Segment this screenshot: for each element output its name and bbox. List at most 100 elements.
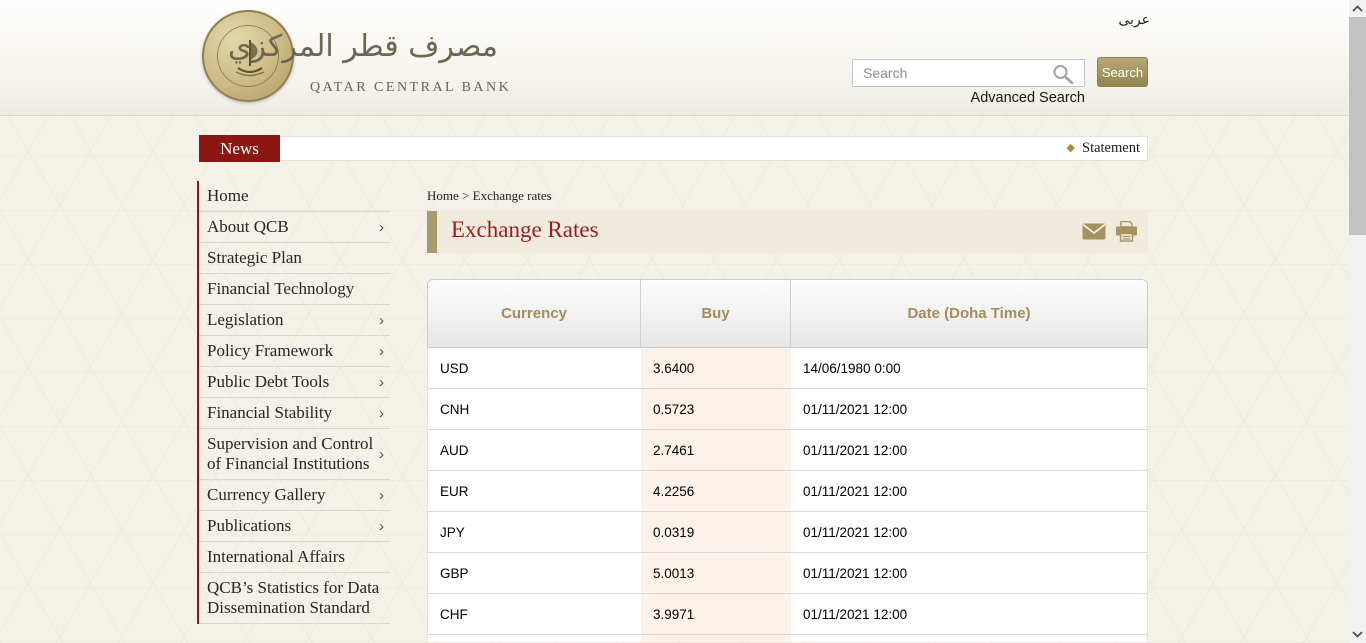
- currency-cell: AUD: [428, 430, 641, 470]
- sidebar-item-label: Policy Framework: [207, 341, 333, 361]
- sidebar-item-financial-technology[interactable]: Financial Technology: [199, 274, 390, 305]
- sidebar-item-strategic-plan[interactable]: Strategic Plan: [199, 243, 390, 274]
- sidebar-item-public-debt-tools[interactable]: Public Debt Tools ›: [199, 367, 390, 398]
- buy-cell: 0.0319: [641, 512, 791, 552]
- sidebar-item-policy-framework[interactable]: Policy Framework ›: [199, 336, 390, 367]
- breadcrumb: Home > Exchange rates: [427, 188, 552, 204]
- qcb-logo[interactable]: مصرف قطر المركزي QATAR CENTRAL BANK: [198, 8, 498, 108]
- sidebar-item-financial-stability[interactable]: Financial Stability ›: [199, 398, 390, 429]
- table-row: JPY0.031901/11/2021 12:00: [428, 512, 1147, 553]
- news-ticker-strip: [199, 136, 1148, 161]
- breadcrumb-home-link[interactable]: Home: [427, 188, 459, 203]
- page-title: Exchange Rates: [451, 217, 599, 243]
- chevron-right-icon: ›: [375, 519, 384, 534]
- sidebar-item-label: Legislation: [207, 310, 283, 330]
- sidebar-item-label: Publications: [207, 516, 291, 536]
- sidebar-item-label: Financial Stability: [207, 403, 332, 423]
- search-area: Search: [852, 57, 1148, 87]
- sidebar-item-label: About QCB: [207, 217, 289, 237]
- advanced-search-link[interactable]: Advanced Search: [852, 90, 1085, 106]
- table-row: CHF3.997101/11/2021 12:00: [428, 594, 1147, 635]
- search-button[interactable]: Search: [1097, 57, 1148, 87]
- email-icon[interactable]: [1082, 223, 1106, 245]
- date-cell: 01/11/2021 12:00: [791, 594, 1147, 634]
- table-row-partial: [428, 635, 1147, 642]
- sidebar-item-publications[interactable]: Publications ›: [199, 511, 390, 542]
- table-row: GBP5.001301/11/2021 12:00: [428, 553, 1147, 594]
- news-ticker-bar: News ◆ Statement: [199, 135, 1148, 162]
- chevron-right-icon: ›: [375, 375, 384, 390]
- currency-cell: GBP: [428, 553, 641, 593]
- buy-cell: 2.7461: [641, 430, 791, 470]
- sidebar-item-label: Home: [207, 186, 249, 206]
- date-cell: 14/06/1980 0:00: [791, 348, 1147, 388]
- date-cell: 01/11/2021 12:00: [791, 471, 1147, 511]
- table-header-row: CurrencyBuyDate (Doha Time): [427, 279, 1148, 348]
- sidebar-item-international-affairs[interactable]: International Affairs: [199, 542, 390, 573]
- table-row: CNH0.572301/11/2021 12:00: [428, 389, 1147, 430]
- news-ticker-item[interactable]: ◆ Statement: [1067, 135, 1140, 162]
- buy-cell: 5.0013: [641, 553, 791, 593]
- diamond-bullet-icon: ◆: [1067, 143, 1075, 154]
- scrollbar-thumb[interactable]: [1349, 17, 1366, 235]
- bank-name-arabic: مصرف قطر المركزي: [308, 30, 498, 64]
- date-cell: 01/11/2021 12:00: [791, 389, 1147, 429]
- sidebar-item-legislation[interactable]: Legislation ›: [199, 305, 390, 336]
- print-icon[interactable]: [1115, 221, 1138, 247]
- page-title-bar: Exchange Rates: [427, 211, 1148, 253]
- column-header-date-doha-time: Date (Doha Time): [791, 280, 1147, 347]
- currency-cell: JPY: [428, 512, 641, 552]
- buy-cell: 0.5723: [641, 389, 791, 429]
- date-cell: [791, 635, 1147, 642]
- table-row: USD3.640014/06/1980 0:00: [428, 348, 1147, 389]
- news-label[interactable]: News: [199, 135, 280, 162]
- currency-cell: CNH: [428, 389, 641, 429]
- table-row: EUR4.225601/11/2021 12:00: [428, 471, 1147, 512]
- bank-name-english: QATAR CENTRAL BANK: [310, 80, 511, 96]
- buy-cell: 3.6400: [641, 348, 791, 388]
- date-cell: 01/11/2021 12:00: [791, 430, 1147, 470]
- sidebar-item-label: Supervision and Control of Financial Ins…: [207, 434, 375, 474]
- chevron-right-icon: ›: [375, 313, 384, 328]
- title-accent-bar: [427, 211, 437, 253]
- exchange-rates-table: CurrencyBuyDate (Doha Time) USD3.640014/…: [427, 279, 1148, 642]
- sidebar-item-label: Currency Gallery: [207, 485, 325, 505]
- breadcrumb-current: Exchange rates: [473, 188, 552, 203]
- sidebar-nav: Home About QCB › Strategic Plan Financial Te…: [197, 181, 390, 624]
- scroll-up-icon[interactable]: [1349, 0, 1366, 17]
- sidebar-item-label: QCB’s Statistics for Data Dissemination …: [207, 578, 384, 618]
- chevron-right-icon: ›: [375, 220, 384, 235]
- chevron-right-icon: ›: [375, 406, 384, 421]
- buy-cell: 3.9971: [641, 594, 791, 634]
- search-input[interactable]: [852, 59, 1085, 87]
- column-header-currency: Currency: [428, 280, 641, 347]
- sidebar-item-label: Financial Technology: [207, 279, 354, 299]
- breadcrumb-separator: >: [462, 188, 469, 203]
- news-ticker-item-label: Statement: [1082, 140, 1140, 157]
- currency-cell: [428, 635, 641, 642]
- arabic-language-link[interactable]: عربى: [1118, 12, 1150, 28]
- vertical-scrollbar[interactable]: [1349, 0, 1366, 643]
- sidebar-item-qcb-s-statistics-for-data-dissemination-standard[interactable]: QCB’s Statistics for Data Dissemination …: [199, 573, 390, 624]
- table-body: USD3.640014/06/1980 0:00CNH0.572301/11/2…: [427, 348, 1148, 642]
- currency-cell: EUR: [428, 471, 641, 511]
- buy-cell: [641, 635, 791, 642]
- date-cell: 01/11/2021 12:00: [791, 512, 1147, 552]
- chevron-right-icon: ›: [375, 447, 384, 462]
- sidebar-item-about-qcb[interactable]: About QCB ›: [199, 212, 390, 243]
- sidebar-item-label: International Affairs: [207, 547, 345, 567]
- currency-cell: CHF: [428, 594, 641, 634]
- buy-cell: 4.2256: [641, 471, 791, 511]
- table-row: AUD2.746101/11/2021 12:00: [428, 430, 1147, 471]
- sidebar-item-label: Strategic Plan: [207, 248, 302, 268]
- sidebar-item-home[interactable]: Home: [199, 181, 390, 212]
- sidebar-item-currency-gallery[interactable]: Currency Gallery ›: [199, 480, 390, 511]
- sidebar-item-label: Public Debt Tools: [207, 372, 329, 392]
- sidebar-item-supervision-and-control-of-financial-institutions[interactable]: Supervision and Control of Financial Ins…: [199, 429, 390, 480]
- column-header-buy: Buy: [641, 280, 791, 347]
- date-cell: 01/11/2021 12:00: [791, 553, 1147, 593]
- chevron-right-icon: ›: [375, 488, 384, 503]
- chevron-right-icon: ›: [375, 344, 384, 359]
- scroll-down-icon[interactable]: [1349, 626, 1366, 643]
- currency-cell: USD: [428, 348, 641, 388]
